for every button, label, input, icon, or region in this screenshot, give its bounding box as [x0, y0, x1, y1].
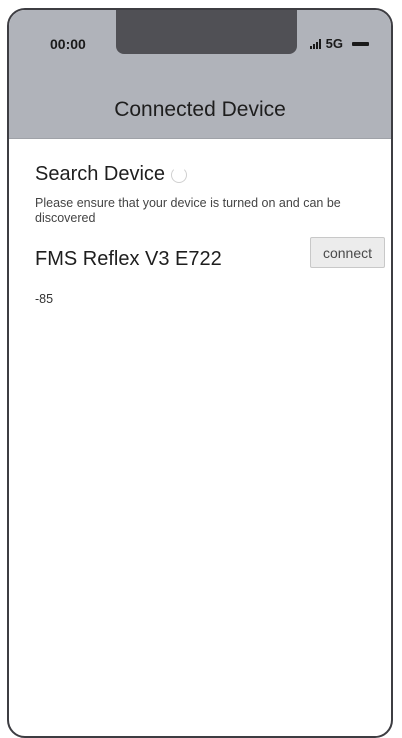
spinner-icon	[171, 166, 188, 183]
search-device-title: Search Device	[35, 163, 166, 185]
page-title: Connected Device	[114, 98, 286, 121]
battery-icon	[352, 41, 369, 46]
network-label: 5G	[325, 36, 343, 51]
signal-icon	[309, 38, 321, 49]
search-hint: Please ensure that your device is turned…	[35, 196, 341, 225]
search-device-row: Search Device	[35, 163, 188, 186]
status-time: 00:00	[50, 36, 86, 52]
status-indicators: 5G	[309, 36, 369, 51]
phone-notch	[116, 10, 297, 54]
connect-button[interactable]: connect	[310, 237, 385, 268]
device-rssi: -85	[35, 292, 54, 306]
app-header: 00:00 5G Connected Device	[9, 10, 391, 139]
device-name: FMS Reflex V3 E722	[35, 248, 222, 270]
phone-frame: 00:00 5G Connected Device Search Device …	[7, 8, 393, 738]
